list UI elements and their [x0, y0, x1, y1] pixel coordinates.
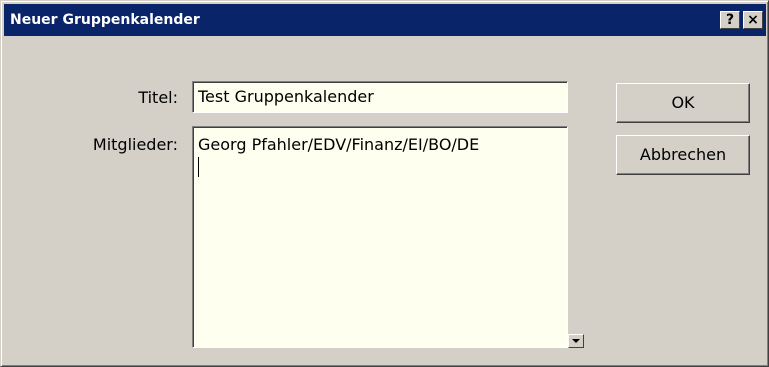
members-field[interactable]: Georg Pfahler/EDV/Finanz/EI/BO/DE — [192, 126, 568, 348]
title-bar[interactable]: Neuer Gruppenkalender ? × — [4, 4, 766, 36]
text-caret — [198, 157, 199, 177]
ok-button[interactable]: OK — [616, 83, 750, 123]
close-button[interactable]: × — [743, 11, 763, 29]
members-field-value: Georg Pfahler/EDV/Finanz/EI/BO/DE — [198, 135, 480, 154]
title-field[interactable]: Test Gruppenkalender — [192, 81, 568, 113]
ok-button-label: OK — [671, 93, 695, 112]
members-label: Mitglieder: — [92, 135, 178, 154]
close-icon: × — [747, 12, 759, 28]
help-button[interactable]: ? — [720, 11, 740, 29]
dialog-window: Neuer Gruppenkalender ? × Titel: Test Gr… — [0, 0, 769, 367]
chevron-down-icon — [572, 339, 580, 343]
title-label: Titel: — [138, 88, 178, 107]
help-icon: ? — [725, 12, 735, 28]
window-title: Neuer Gruppenkalender — [10, 12, 200, 28]
members-dropdown-button[interactable] — [568, 334, 584, 348]
cancel-button-label: Abbrechen — [639, 145, 727, 164]
cancel-button[interactable]: Abbrechen — [616, 135, 750, 175]
title-field-value: Test Gruppenkalender — [198, 87, 374, 106]
